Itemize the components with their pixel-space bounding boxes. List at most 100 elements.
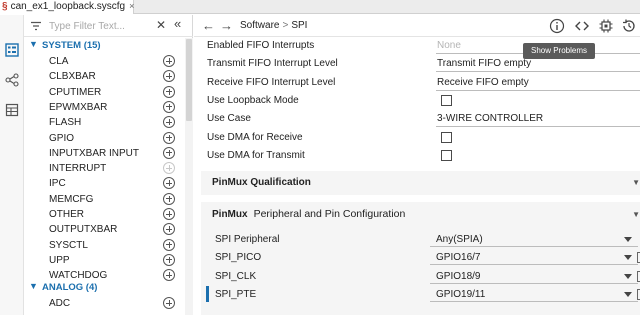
add-circle-icon[interactable] — [163, 116, 175, 129]
add-circle-icon[interactable] — [163, 131, 175, 144]
add-circle-icon[interactable] — [163, 146, 175, 159]
tree-item[interactable]: OUTPUTXBAR — [24, 222, 184, 237]
property-value[interactable]: 3-WIRE CONTROLLER — [437, 112, 543, 125]
tree-item-label: MEMCFG — [49, 193, 94, 205]
tree-item-label: UPP — [49, 254, 70, 266]
property-value[interactable]: None — [437, 39, 461, 52]
tree-item-label: EPWMXBAR — [49, 101, 108, 113]
property-checkbox[interactable] — [441, 131, 452, 143]
history-icon[interactable] — [621, 18, 637, 34]
property-label: Transmit FIFO Interrupt Level — [207, 58, 338, 70]
info-icon[interactable] — [549, 18, 565, 34]
breadcrumb-separator: > — [282, 20, 289, 31]
forward-button[interactable]: → — [220, 18, 233, 33]
tree-item-label: CLA — [49, 56, 69, 67]
tree-item-label: GPIO — [49, 132, 75, 144]
caret-down-icon — [624, 255, 632, 261]
add-circle-icon[interactable] — [163, 100, 175, 113]
property-row: Use Case 3-WIRE CONTROLLER — [194, 110, 640, 128]
add-circle-icon[interactable] — [163, 269, 175, 282]
caret-down-icon — [624, 291, 632, 297]
property-label: Use Case — [207, 113, 251, 125]
scrollbar-thumb[interactable] — [186, 39, 192, 121]
pinmux-select-value: GPIO18/9 — [436, 270, 481, 282]
add-circle-icon[interactable] — [163, 70, 175, 83]
tree-item[interactable]: OTHER — [24, 207, 184, 222]
property-value[interactable]: Transmit FIFO empty — [437, 57, 531, 70]
pinmux-select[interactable]: Any(SPIA) — [430, 232, 638, 247]
modules-view-icon[interactable] — [5, 43, 19, 57]
tree-item[interactable]: EPWMXBAR — [24, 100, 184, 115]
pinmux-label: SPI_PTE — [215, 288, 257, 300]
category-analog[interactable]: ▼ ANALOG (4) — [24, 281, 184, 295]
section-title-main: PinMux — [212, 209, 248, 220]
pinmux-label: SPI Peripheral — [215, 234, 280, 245]
pinmux-select-value: GPIO19/11 — [436, 288, 486, 300]
section-title[interactable]: PinMux Peripheral and Pin Configuration — [212, 208, 405, 221]
add-circle-icon[interactable] — [163, 177, 175, 190]
value-underline — [436, 126, 640, 128]
main-toolbar: ← → Software > SPI — [194, 15, 640, 37]
add-circle-icon[interactable] — [163, 297, 175, 309]
tree-item[interactable]: MEMCFG — [24, 192, 184, 207]
property-checkbox[interactable] — [441, 149, 452, 161]
editor-tab-bar: § can_ex1_loopback.syscfg × — [0, 0, 640, 14]
add-circle-icon[interactable] — [163, 192, 175, 205]
module-panel: ✕ « ▼ SYSTEM (15) CLA CLBXBAR CPUTIMER EPWM… — [24, 15, 193, 315]
add-circle-icon[interactable] — [163, 55, 175, 67]
add-circle-icon[interactable] — [163, 238, 175, 251]
tree-item[interactable]: IPC — [24, 176, 184, 191]
breadcrumb-item[interactable]: SPI — [291, 20, 307, 31]
tree-item-label: INTERRUPT — [49, 163, 107, 175]
hierarchy-view-icon[interactable] — [5, 73, 19, 87]
tree-item[interactable]: INTERRUPT — [24, 161, 184, 176]
property-label: Enabled FIFO Interrupts — [207, 40, 315, 51]
editor-tab[interactable]: § can_ex1_loopback.syscfg × — [0, 0, 134, 14]
pinmux-label: SPI_CLK — [215, 270, 257, 282]
memory-view-icon[interactable] — [5, 103, 19, 117]
pinmux-select[interactable]: GPIO18/9 — [430, 269, 638, 284]
pinmux-select-value: GPIO16/7 — [436, 252, 481, 264]
pinmux-select[interactable]: GPIO19/11 — [430, 287, 638, 302]
collapse-panel-button[interactable]: « — [174, 17, 181, 31]
add-circle-icon[interactable] — [163, 208, 175, 220]
tree-item[interactable]: SYSCTL — [24, 238, 184, 253]
tree-item[interactable]: INPUTXBAR INPUT — [24, 146, 184, 161]
tree-item[interactable]: CLBXBAR — [24, 69, 184, 84]
tree-item[interactable]: FLASH — [24, 115, 184, 130]
filter-input[interactable] — [49, 19, 154, 33]
syscfg-file-icon: § — [2, 1, 8, 12]
tree-item[interactable]: CPUTIMER — [24, 85, 184, 100]
section-subtitle: Peripheral and Pin Configuration — [253, 208, 406, 220]
show-problems-tooltip: Show Problems — [523, 43, 595, 59]
add-circle-icon[interactable] — [163, 223, 175, 236]
section-title: PinMux Qualification — [212, 177, 311, 188]
device-view-icon[interactable] — [598, 18, 614, 34]
pinmux-qualification-section[interactable]: PinMux Qualification ▼ — [201, 171, 640, 195]
add-circle-icon[interactable] — [163, 253, 175, 266]
add-circle-icon[interactable] — [163, 162, 175, 175]
close-icon[interactable]: × — [129, 1, 134, 11]
chevron-down-icon: ▼ — [29, 281, 38, 291]
tree-item[interactable]: ADC — [24, 296, 184, 311]
tree-item[interactable]: GPIO — [24, 131, 184, 146]
code-icon[interactable] — [574, 18, 590, 34]
add-circle-icon[interactable] — [163, 85, 175, 98]
property-checkbox[interactable] — [441, 94, 452, 106]
property-label: Receive FIFO Interrupt Level — [207, 76, 336, 88]
breadcrumb-item[interactable]: Software — [240, 20, 279, 31]
category-label: ANALOG (4) — [42, 282, 98, 293]
tree-item-label: ADC — [49, 298, 71, 309]
category-system[interactable]: ▼ SYSTEM (15) — [24, 39, 184, 53]
tree-item[interactable]: CLA — [24, 54, 184, 69]
clear-filter-button[interactable]: ✕ — [156, 18, 166, 32]
property-value[interactable]: Receive FIFO empty — [437, 76, 529, 89]
tree-item[interactable]: UPP — [24, 253, 184, 268]
chevron-down-icon[interactable]: ▼ — [632, 210, 640, 219]
pinmux-select[interactable]: GPIO16/7 — [430, 250, 638, 266]
back-button[interactable]: ← — [202, 18, 215, 33]
tree-item-label: OUTPUTXBAR — [49, 224, 118, 236]
tree-item-label: SYSCTL — [49, 239, 88, 251]
activity-rail — [0, 15, 24, 315]
tree-item-label: OTHER — [49, 209, 84, 220]
